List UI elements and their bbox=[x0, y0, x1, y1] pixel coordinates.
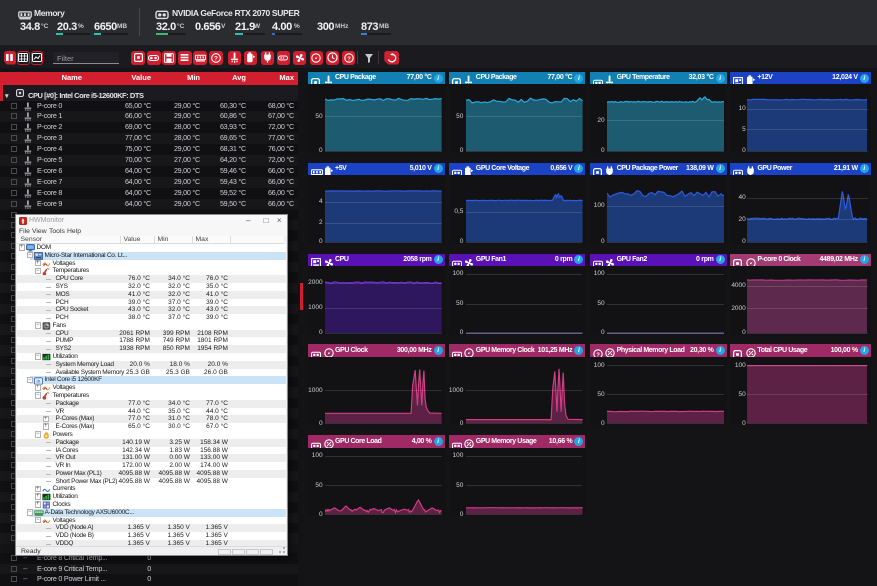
svg-text:?: ? bbox=[347, 56, 351, 62]
svg-text:?: ? bbox=[214, 55, 218, 62]
